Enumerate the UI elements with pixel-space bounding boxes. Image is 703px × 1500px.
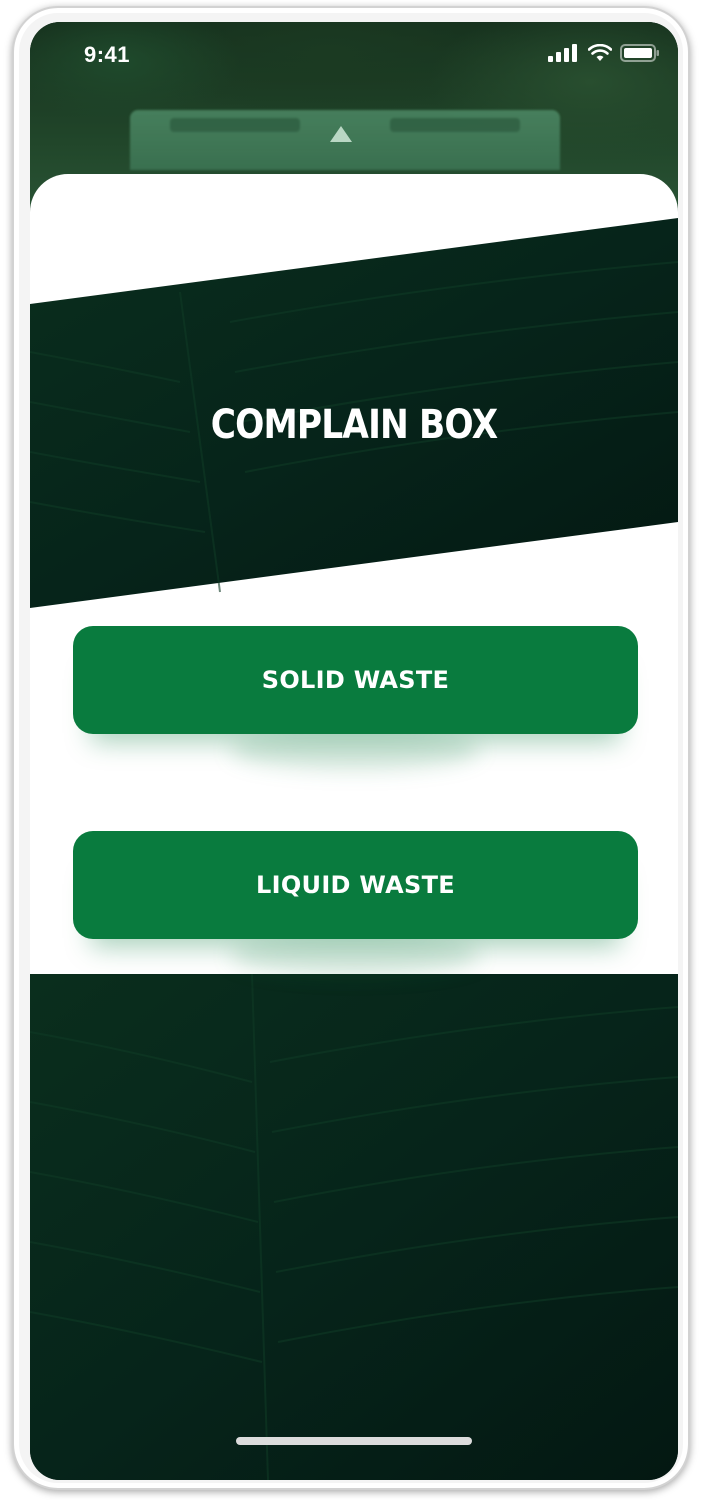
battery-icon — [620, 44, 659, 62]
status-icons — [548, 44, 660, 62]
cellular-signal-icon — [548, 44, 577, 62]
button-shadow — [230, 730, 480, 770]
wifi-icon — [588, 44, 612, 61]
liquid-waste-button[interactable]: LIQUID WASTE — [73, 831, 638, 939]
page-title: COMPLAIN BOX — [210, 402, 498, 448]
status-time: 9:41 — [84, 42, 131, 67]
solid-waste-button[interactable]: SOLID WASTE — [73, 626, 638, 734]
recycle-logo-icon — [330, 126, 352, 142]
button-shadow — [230, 935, 480, 975]
app-screen: 9:41 COMPLAIN BOX SOLID WASTE LIQUID WAS… — [30, 22, 678, 1480]
home-indicator[interactable] — [236, 1437, 472, 1445]
